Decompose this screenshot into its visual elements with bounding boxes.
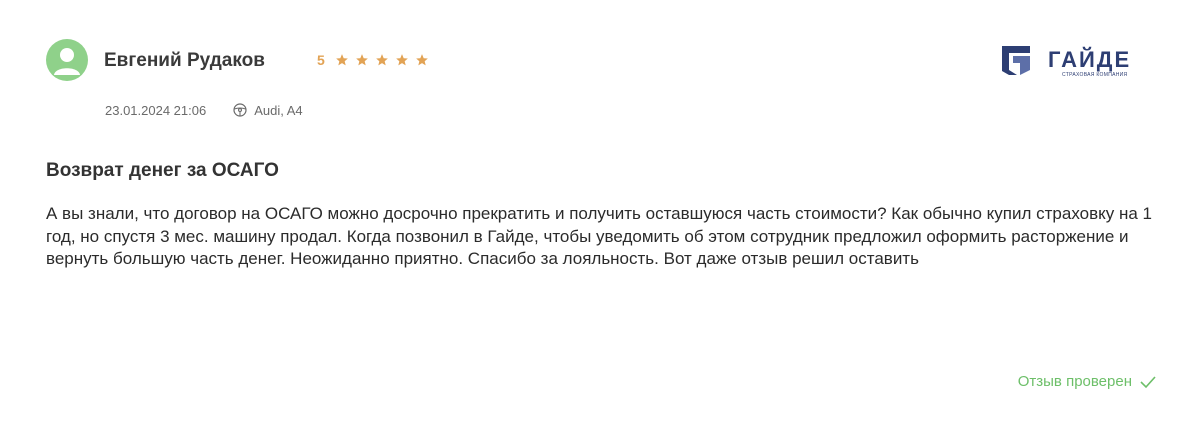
author-name: Евгений Рудаков	[104, 50, 265, 71]
star-icon	[355, 54, 368, 66]
check-icon	[1140, 375, 1156, 388]
logo-text: ГАЙДЕ	[1048, 47, 1132, 72]
review-meta: 23.01.2024 21:06 Audi, A4	[105, 102, 303, 118]
review-date: 23.01.2024 21:06	[105, 102, 207, 118]
car-model: Audi, A4	[254, 102, 303, 118]
review-text: А вы знали, что договор на ОСАГО можно д…	[46, 204, 1152, 268]
verified-label: Отзыв проверен	[1017, 373, 1132, 390]
gaide-logo-icon	[1002, 46, 1030, 75]
rating-value: 5	[317, 52, 325, 68]
steering-wheel-icon	[233, 103, 247, 117]
company-logo[interactable]: ГАЙДЕ СТРАХОВАЯ КОМПАНИЯ	[1000, 42, 1160, 82]
rating: 5	[317, 52, 429, 68]
verified-badge: Отзыв проверен	[1018, 373, 1156, 390]
star-icon	[415, 54, 428, 66]
star-icon	[335, 54, 348, 66]
review-title: Возврат денег за ОСАГО	[46, 160, 279, 181]
avatar	[46, 39, 88, 81]
star-icon	[375, 54, 388, 66]
star-icon	[395, 54, 408, 66]
user-avatar-icon	[54, 48, 80, 75]
logo-subtitle: СТРАХОВАЯ КОМПАНИЯ	[1062, 72, 1128, 78]
